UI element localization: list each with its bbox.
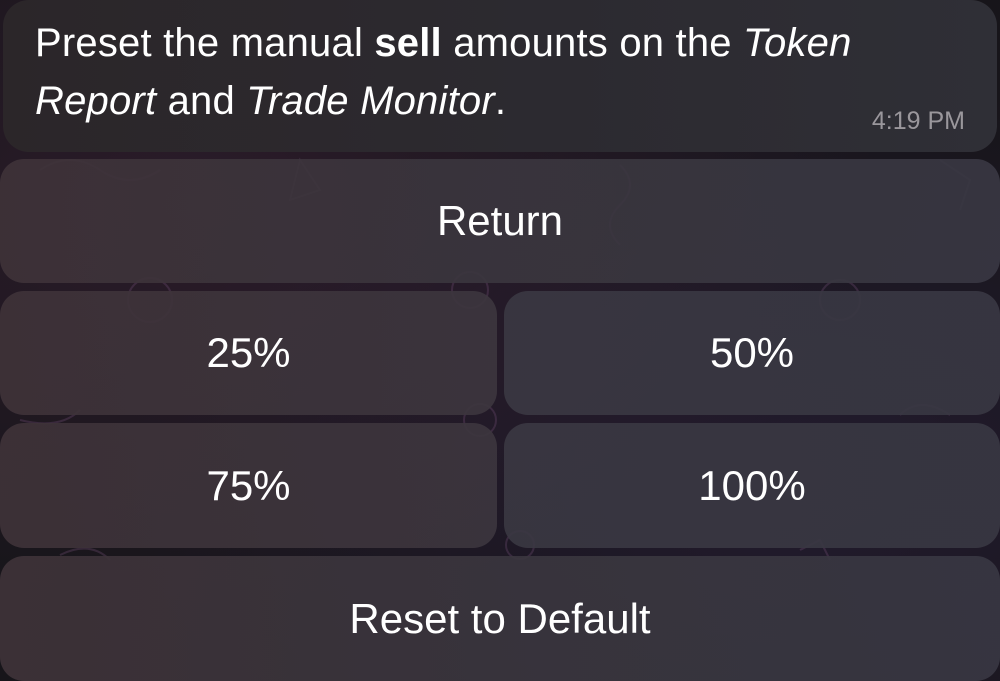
message-timestamp: 4:19 PM (871, 107, 965, 135)
reset-to-default-button[interactable]: Reset to Default (0, 556, 1000, 681)
message-text: Preset the manual sell amounts on the To… (35, 14, 967, 130)
chat-background: Preset the manual sell amounts on the To… (0, 0, 1000, 681)
sell-100-percent-button[interactable]: 100% (504, 423, 1000, 548)
message-text-part: amounts on the (441, 21, 744, 65)
message-italic-trade-monitor: Trade Monitor (246, 79, 495, 123)
sell-25-percent-button[interactable]: 25% (0, 291, 497, 415)
sell-75-percent-button[interactable]: 75% (0, 423, 497, 548)
return-button[interactable]: Return (0, 159, 1000, 283)
sell-50-percent-button[interactable]: 50% (504, 291, 1000, 415)
message-text-part: and (156, 79, 247, 123)
message-bold-word: sell (374, 21, 442, 65)
message-text-part: Preset the manual (35, 21, 375, 65)
message-bubble: Preset the manual sell amounts on the To… (3, 0, 997, 152)
message-text-part: . (494, 79, 507, 123)
